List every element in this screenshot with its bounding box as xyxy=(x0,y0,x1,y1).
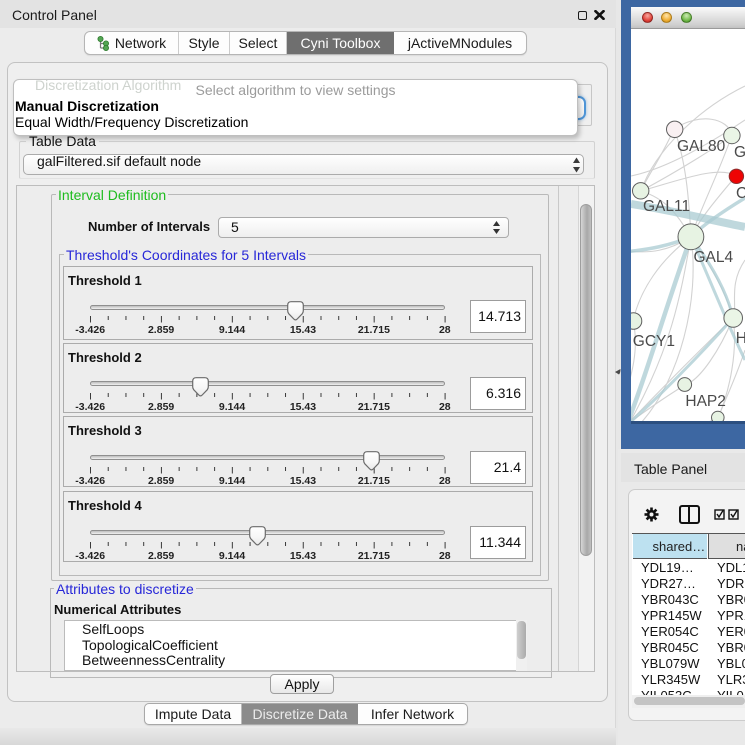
svg-text:GA: GA xyxy=(734,144,745,161)
svg-text:GAL80: GAL80 xyxy=(677,138,726,155)
svg-text:GAL11: GAL11 xyxy=(643,198,690,215)
svg-text:H: H xyxy=(736,330,745,347)
svg-text:HAP2: HAP2 xyxy=(685,393,726,410)
svg-text:GAL4: GAL4 xyxy=(694,249,734,266)
svg-text:C: C xyxy=(736,185,745,202)
svg-text:GCY1: GCY1 xyxy=(633,333,675,350)
